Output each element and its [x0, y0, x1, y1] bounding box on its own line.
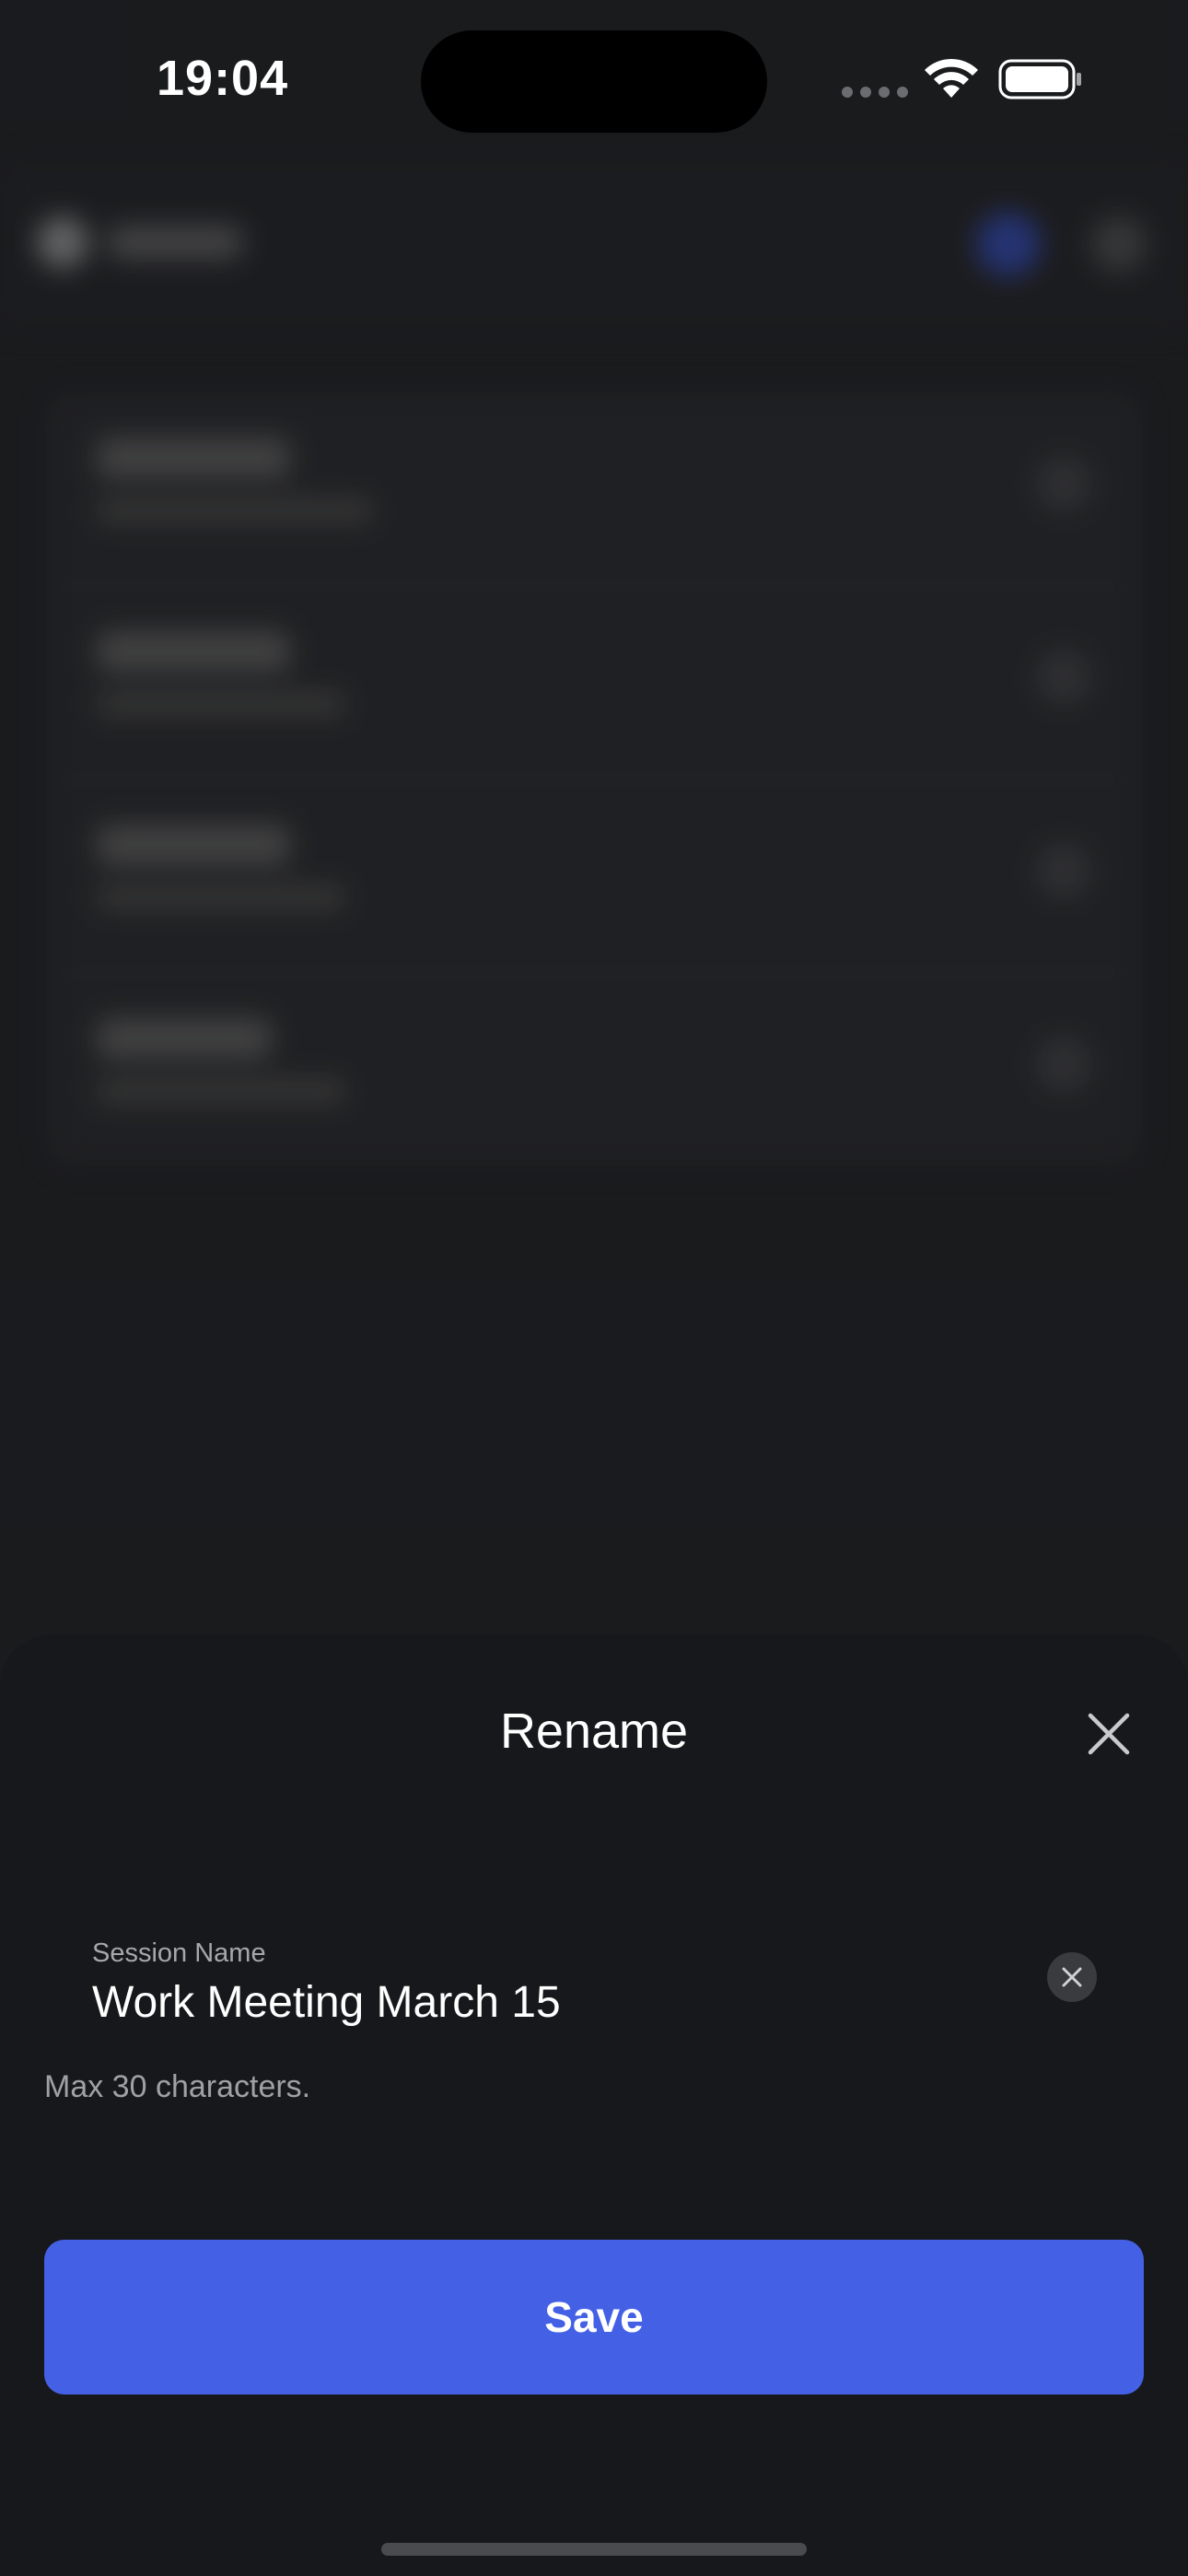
sheet-title: Rename — [499, 1704, 689, 1759]
close-icon[interactable] — [1083, 1708, 1135, 1760]
status-time: 19:04 — [157, 51, 289, 106]
session-name-input[interactable] — [92, 1977, 1013, 2028]
dynamic-island — [421, 30, 767, 133]
rename-sheet: Rename Session Name Max 30 characters. S… — [0, 1634, 1188, 2576]
character-limit-hint: Max 30 characters. — [44, 2069, 311, 2104]
wifi-icon — [925, 58, 978, 98]
session-name-label: Session Name — [92, 1938, 266, 1968]
status-bar: 19:04 — [0, 0, 1188, 161]
cellular-signal-icon — [842, 87, 908, 98]
battery-icon — [998, 59, 1081, 100]
save-button[interactable]: Save — [44, 2240, 1144, 2395]
clear-input-button[interactable] — [1047, 1952, 1097, 2002]
clear-icon — [1062, 1967, 1082, 1987]
home-indicator[interactable] — [381, 2543, 807, 2556]
